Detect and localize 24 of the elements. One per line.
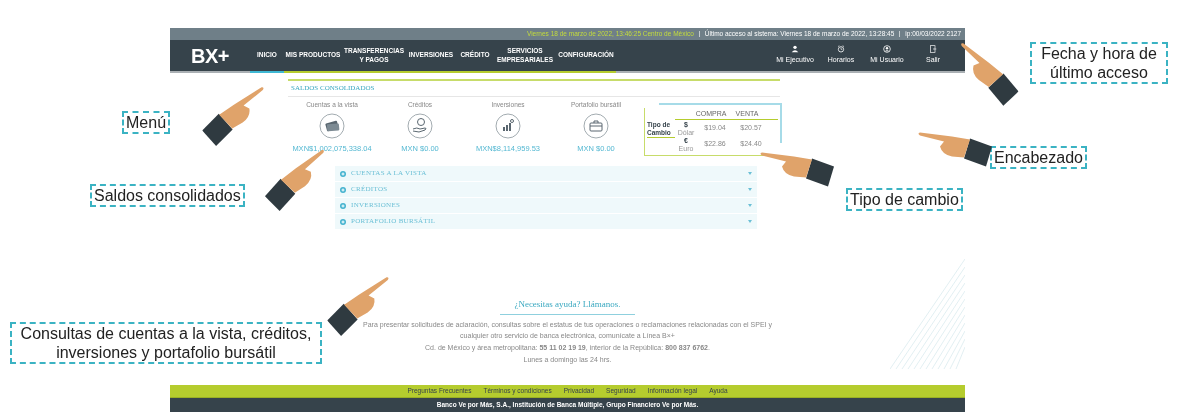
caret-icon bbox=[748, 204, 752, 207]
caret-icon bbox=[748, 188, 752, 191]
exit-icon bbox=[929, 45, 937, 54]
help-heading: ¿Necesitas ayuda? Llámanos. bbox=[500, 297, 635, 315]
plus-icon bbox=[340, 218, 346, 225]
annotation-label: Consultas de cuentas a la vista, créditos, inversiones y portafolio bursátil bbox=[10, 322, 322, 365]
bar-chart-icon bbox=[495, 113, 521, 140]
annotation-label: Saldos consolidados bbox=[90, 184, 245, 208]
logo[interactable]: BX+ bbox=[170, 40, 250, 71]
caret-icon bbox=[748, 172, 752, 175]
briefcase-icon bbox=[583, 113, 609, 140]
person-icon bbox=[791, 45, 799, 54]
plus-icon bbox=[340, 202, 346, 209]
plus-icon bbox=[340, 170, 346, 177]
annotation-label: Tipo de cambio bbox=[846, 188, 963, 212]
annotation-label: Fecha y hora de último acceso bbox=[1030, 42, 1168, 85]
user-icon bbox=[883, 45, 891, 54]
plus-icon bbox=[340, 186, 346, 193]
annotation-label: Encabezado bbox=[990, 146, 1087, 170]
cash-icon bbox=[319, 113, 345, 140]
clock-icon bbox=[837, 45, 845, 54]
caret-icon bbox=[748, 220, 752, 223]
annotation-label: Menú bbox=[122, 111, 171, 135]
coin-hand-icon bbox=[407, 113, 433, 140]
